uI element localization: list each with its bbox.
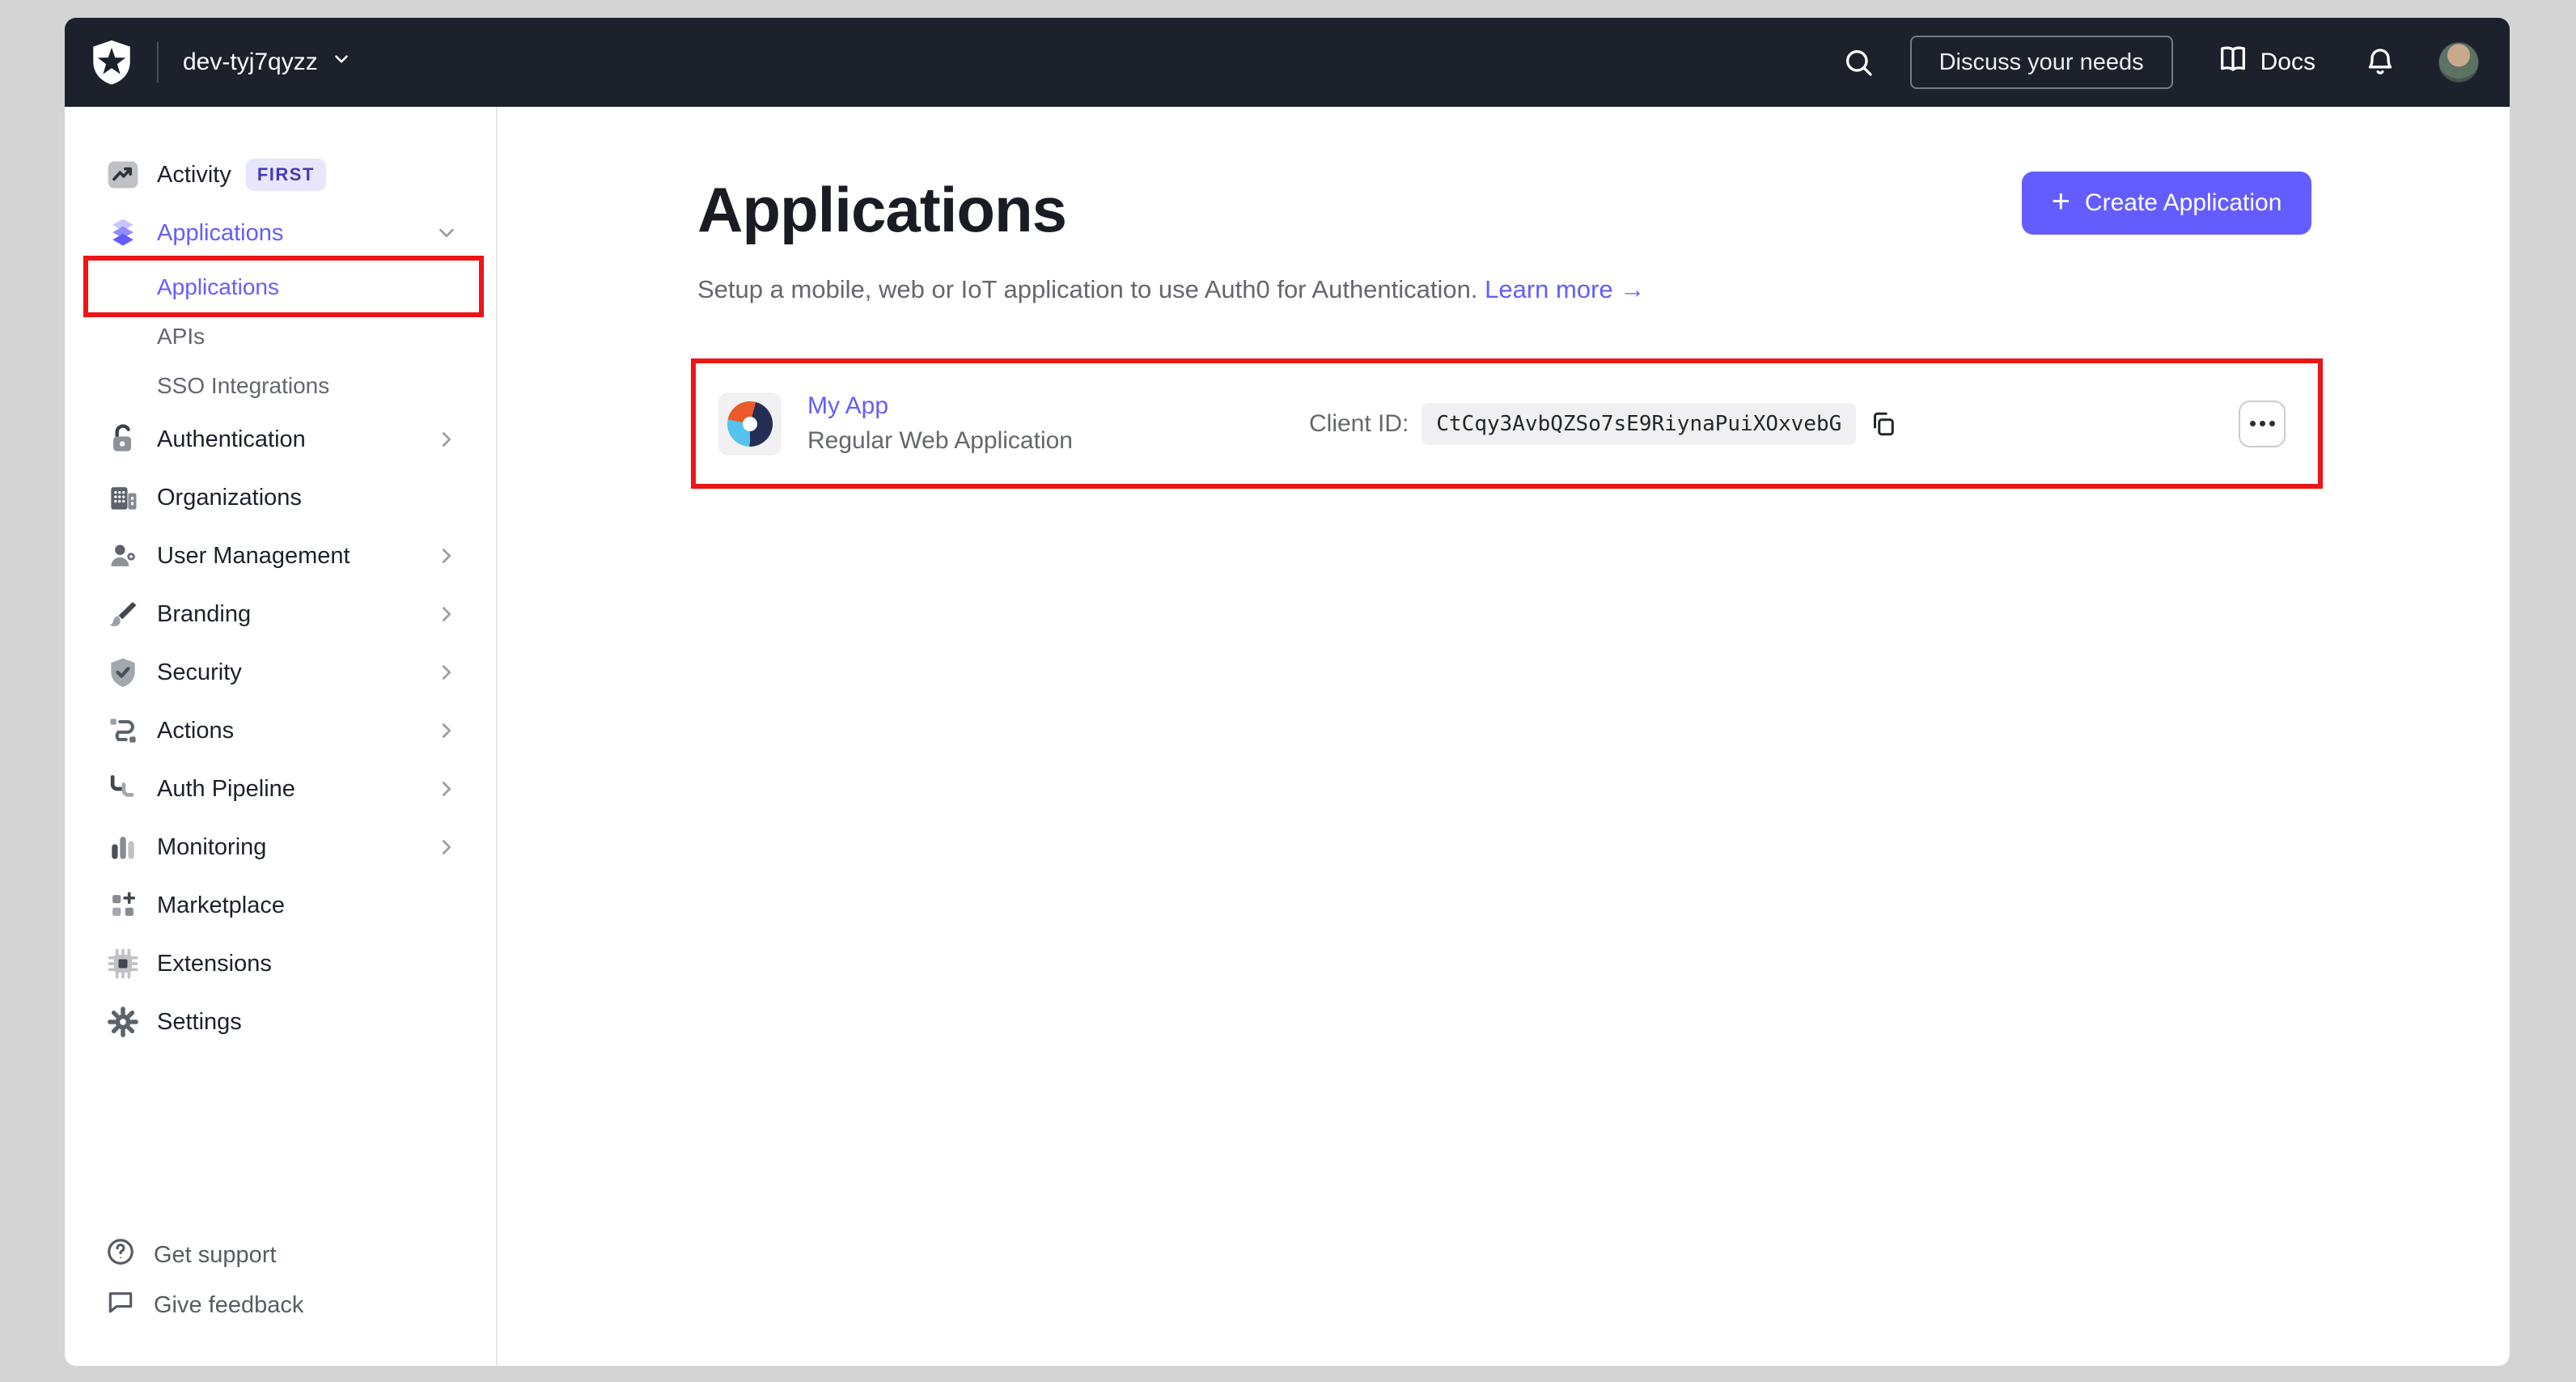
- give-feedback-link[interactable]: Give feedback: [105, 1280, 303, 1330]
- sidebar: Activity FIRST Applications Applications…: [65, 107, 498, 1366]
- speech-bubble-icon: [105, 1287, 136, 1324]
- plus-icon: +: [2051, 184, 2070, 219]
- sidebar-item-label: Settings: [157, 1008, 242, 1035]
- chevron-right-icon: [434, 427, 459, 451]
- chevron-right-icon: [434, 660, 459, 685]
- topbar: dev-tyj7qyzz Discuss your needs Docs: [65, 18, 2510, 107]
- sidebar-subitem-label: SSO Integrations: [157, 372, 330, 398]
- sidebar-item-monitoring[interactable]: Monitoring: [65, 818, 496, 876]
- sidebar-item-label: Security: [157, 659, 242, 685]
- sidebar-item-label: Authentication: [157, 426, 306, 452]
- application-logo-icon: [727, 401, 773, 447]
- bar-chart-icon: [105, 829, 141, 865]
- sidebar-item-extensions[interactable]: Extensions: [65, 935, 496, 993]
- application-type: Regular Web Application: [807, 427, 1073, 454]
- book-icon: [2217, 43, 2249, 82]
- sidebar-item-label: Marketplace: [157, 892, 285, 918]
- sidebar-nav: Activity FIRST Applications Applications…: [65, 107, 496, 1051]
- chip-icon: [105, 946, 141, 981]
- user-avatar[interactable]: [2438, 42, 2479, 83]
- sidebar-item-auth-pipeline[interactable]: Auth Pipeline: [65, 760, 496, 818]
- notifications-bell-icon[interactable]: [2361, 43, 2400, 82]
- copy-icon[interactable]: [1869, 409, 1898, 439]
- sidebar-item-label: Branding: [157, 600, 252, 627]
- chevron-right-icon: [434, 719, 459, 743]
- application-titles: My App Regular Web Application: [807, 392, 1073, 455]
- sidebar-item-label: Activity: [157, 161, 231, 188]
- sidebar-item-security[interactable]: Security: [65, 643, 496, 702]
- sidebar-item-label: Applications: [157, 219, 284, 246]
- sidebar-item-label: Auth Pipeline: [157, 775, 295, 802]
- help-circle-icon: [105, 1236, 136, 1274]
- application-logo-tile: [718, 392, 782, 456]
- sidebar-subitem-sso-integrations[interactable]: SSO Integrations: [65, 361, 496, 410]
- first-badge: FIRST: [245, 159, 326, 191]
- sidebar-item-organizations[interactable]: Organizations: [65, 468, 496, 527]
- activity-chart-icon: [105, 157, 141, 193]
- row-more-actions-button[interactable]: [2239, 400, 2286, 447]
- app-window: dev-tyj7qyzz Discuss your needs Docs Act…: [65, 18, 2510, 1366]
- chevron-right-icon: [434, 544, 459, 568]
- client-id-group: Client ID: CtCqy3AvbQZSo7sE9RiynaPuiXOxv…: [1309, 402, 1898, 445]
- topbar-actions: Discuss your needs Docs: [1839, 36, 2479, 89]
- annotation-highlight-box: [83, 256, 484, 317]
- auth0-logo-icon[interactable]: [87, 38, 136, 87]
- sidebar-subitem-apis[interactable]: APIs: [65, 312, 496, 361]
- layers-icon: [105, 215, 141, 251]
- create-application-label: Create Application: [2084, 189, 2282, 216]
- client-id-label: Client ID:: [1309, 409, 1409, 437]
- learn-more-link[interactable]: Learn more →: [1485, 275, 1645, 303]
- application-name-link[interactable]: My App: [807, 392, 1073, 420]
- buildings-icon: [105, 480, 141, 515]
- docs-link[interactable]: Docs: [2217, 43, 2315, 82]
- paintbrush-icon: [105, 596, 141, 632]
- sidebar-item-user-management[interactable]: User Management: [65, 527, 496, 585]
- sidebar-subitem-label: APIs: [157, 323, 205, 349]
- discuss-your-needs-button[interactable]: Discuss your needs: [1909, 36, 2173, 89]
- gear-icon: [105, 1004, 141, 1040]
- search-icon[interactable]: [1839, 43, 1878, 82]
- get-support-label: Get support: [154, 1241, 277, 1268]
- sidebar-item-label: User Management: [157, 542, 350, 569]
- pipeline-icon: [105, 771, 141, 807]
- get-support-link[interactable]: Get support: [105, 1230, 303, 1280]
- sidebar-item-settings[interactable]: Settings: [65, 993, 496, 1051]
- shield-check-icon: [105, 655, 141, 690]
- sidebar-item-branding[interactable]: Branding: [65, 585, 496, 643]
- sidebar-item-label: Actions: [157, 717, 235, 744]
- grid-plus-icon: [105, 888, 141, 923]
- chevron-right-icon: [434, 835, 459, 859]
- topbar-divider: [157, 42, 159, 83]
- lock-icon: [105, 422, 141, 457]
- sidebar-subitem-applications[interactable]: Applications: [65, 256, 496, 317]
- chevron-down-icon: [434, 221, 459, 245]
- sidebar-item-label: Monitoring: [157, 833, 267, 860]
- chevron-right-icon: [434, 777, 459, 801]
- docs-label: Docs: [2260, 49, 2315, 75]
- sidebar-item-applications[interactable]: Applications: [65, 204, 496, 262]
- page-title: Applications: [697, 174, 1067, 245]
- create-application-button[interactable]: + Create Application: [2022, 172, 2311, 235]
- sidebar-subitem-label: Applications: [157, 273, 279, 299]
- client-id-value[interactable]: CtCqy3AvbQZSo7sE9RiynaPuiXOxvebG: [1421, 402, 1857, 445]
- tenant-name: dev-tyj7qyzz: [183, 49, 318, 75]
- sidebar-footer: Get support Give feedback: [105, 1230, 303, 1330]
- chevron-down-icon: [331, 49, 352, 76]
- page-subtitle: Setup a mobile, web or IoT application t…: [697, 275, 1645, 304]
- tenant-switcher[interactable]: dev-tyj7qyzz: [183, 49, 352, 76]
- sidebar-item-actions[interactable]: Actions: [65, 702, 496, 760]
- subtitle-text: Setup a mobile, web or IoT application t…: [697, 275, 1478, 303]
- sidebar-item-label: Extensions: [157, 950, 272, 977]
- application-row[interactable]: My App Regular Web Application Client ID…: [691, 358, 2323, 489]
- sidebar-item-marketplace[interactable]: Marketplace: [65, 876, 496, 935]
- sidebar-item-authentication[interactable]: Authentication: [65, 410, 496, 468]
- flow-icon: [105, 713, 141, 748]
- user-gear-icon: [105, 538, 141, 574]
- arrow-right-icon: →: [1620, 275, 1646, 303]
- sidebar-item-label: Organizations: [157, 484, 302, 511]
- give-feedback-label: Give feedback: [154, 1291, 304, 1318]
- chevron-right-icon: [434, 602, 459, 626]
- sidebar-item-activity[interactable]: Activity FIRST: [65, 146, 496, 204]
